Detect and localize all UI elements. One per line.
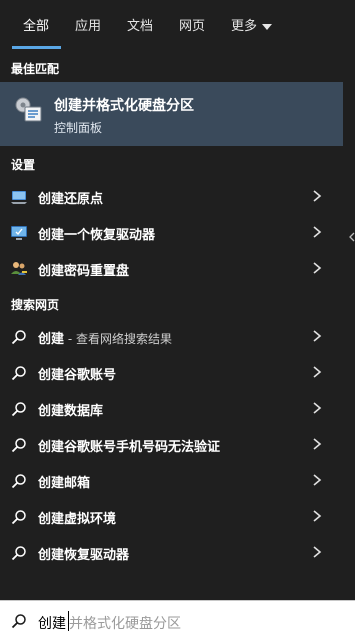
web-item[interactable]: 创建虚拟环境 xyxy=(0,500,343,534)
search-icon xyxy=(11,510,26,525)
tab-apps[interactable]: 应用 xyxy=(75,15,101,34)
chevron-right-icon[interactable] xyxy=(311,260,323,276)
web-item-label: 创建数据库 xyxy=(38,404,104,419)
web-item-label: 创建 - 查看网络搜索结果 xyxy=(38,328,172,347)
search-icon xyxy=(11,474,26,489)
web-item[interactable]: 创建 - 查看网络搜索结果 xyxy=(0,320,343,354)
tab-all[interactable]: 全部 xyxy=(23,15,49,34)
search-autocomplete: 并格式化硬盘分区 xyxy=(69,616,181,632)
chevron-right-icon[interactable] xyxy=(311,188,323,204)
web-item-query: 创建 xyxy=(38,332,65,347)
restore-point-icon xyxy=(11,191,27,204)
web-item-label: 创建邮箱 xyxy=(38,476,91,491)
chevron-right-icon[interactable] xyxy=(311,472,323,488)
settings-item-restore-point[interactable]: 创建还原点 xyxy=(0,180,343,214)
search-box[interactable]: 创建 并格式化硬盘分区 xyxy=(0,600,355,642)
tab-documents[interactable]: 文档 xyxy=(127,15,153,34)
search-icon xyxy=(11,614,26,629)
search-icon xyxy=(11,402,26,417)
chevron-right-icon[interactable] xyxy=(311,508,323,524)
search-input[interactable]: 创建 xyxy=(38,613,66,633)
web-item[interactable]: 创建谷歌账号 xyxy=(0,356,343,390)
search-icon xyxy=(11,330,26,345)
search-icon xyxy=(11,438,26,453)
search-icon xyxy=(11,546,26,561)
users-key-icon xyxy=(11,262,27,275)
chevron-down-icon xyxy=(262,23,273,30)
web-item-label: 创建恢复驱动器 xyxy=(38,548,130,563)
recovery-drive-icon xyxy=(11,226,27,240)
best-match-item[interactable]: 创建并格式化硬盘分区 控制面板 xyxy=(0,82,343,146)
section-web-search: 搜索网页 xyxy=(11,298,60,312)
chevron-right-icon[interactable] xyxy=(311,544,323,560)
web-item[interactable]: 创建恢复驱动器 xyxy=(0,536,343,570)
section-settings: 设置 xyxy=(11,158,36,172)
chevron-right-icon[interactable] xyxy=(311,364,323,380)
chevron-right-icon[interactable] xyxy=(311,400,323,416)
chevron-right-icon[interactable] xyxy=(311,328,323,344)
web-item[interactable]: 创建邮箱 xyxy=(0,464,343,498)
best-match-title: 创建并格式化硬盘分区 xyxy=(54,98,194,114)
control-panel-disk-icon xyxy=(15,97,42,122)
web-item-hint: - 查看网络搜索结果 xyxy=(64,332,172,346)
settings-item-label: 创建密码重置盘 xyxy=(38,264,130,279)
chevron-right-icon[interactable] xyxy=(311,436,323,452)
settings-item-label: 创建一个恢复驱动器 xyxy=(38,228,156,243)
settings-item-recovery-drive[interactable]: 创建一个恢复驱动器 xyxy=(0,216,343,250)
tab-more-label: 更多 xyxy=(231,19,258,34)
settings-item-label: 创建还原点 xyxy=(38,192,104,207)
search-tabs: 全部 应用 文档 网页 更多 xyxy=(0,0,355,50)
web-item-label: 创建谷歌账号 xyxy=(38,368,117,383)
scroll-left-arrow-icon[interactable] xyxy=(349,232,355,242)
section-best-match: 最佳匹配 xyxy=(11,62,60,76)
web-item[interactable]: 创建数据库 xyxy=(0,392,343,426)
tab-more[interactable]: 更多 xyxy=(231,15,273,34)
chevron-right-icon[interactable] xyxy=(311,224,323,240)
web-item-label: 创建谷歌账号手机号码无法验证 xyxy=(38,440,221,455)
web-item[interactable]: 创建谷歌账号手机号码无法验证 xyxy=(0,428,343,462)
best-match-subtitle: 控制面板 xyxy=(54,121,103,135)
settings-item-password-reset-disk[interactable]: 创建密码重置盘 xyxy=(0,252,343,286)
active-tab-indicator xyxy=(12,46,61,49)
web-item-label: 创建虚拟环境 xyxy=(38,512,117,527)
tab-web[interactable]: 网页 xyxy=(179,15,205,34)
search-icon xyxy=(11,366,26,381)
